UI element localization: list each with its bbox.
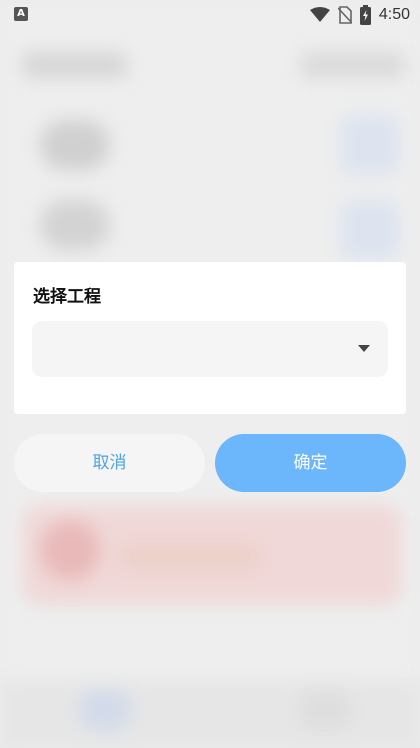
bg-tab-2 [300,690,350,730]
bg-item-2 [40,200,110,250]
dialog-title: 选择工程 [33,287,101,307]
bg-item-1 [40,120,110,170]
cancel-button[interactable]: 取消 [14,434,205,492]
confirm-button[interactable]: 确定 [215,434,406,492]
bg-banner-text [120,545,260,569]
bg-item-3 [340,115,400,175]
status-time: 4:50 [378,6,410,23]
no-sim-icon [337,6,352,24]
bg-nav-title [22,52,127,78]
battery-charging-icon [359,5,371,25]
bg-item-4 [340,200,400,260]
wifi-icon [309,7,330,23]
select-project-dialog: 选择工程 [14,262,406,414]
status-icons: 4:50 [309,4,410,26]
project-select[interactable] [32,321,388,377]
bg-tabbar [0,680,420,748]
bg-tab-1 [80,690,130,730]
accessibility-badge-icon: A [14,7,28,21]
bg-nav-right [300,52,405,78]
bg-banner-icon [40,520,100,580]
status-bar: A 4:50 [0,0,420,30]
dropdown-arrow-icon [358,345,370,352]
